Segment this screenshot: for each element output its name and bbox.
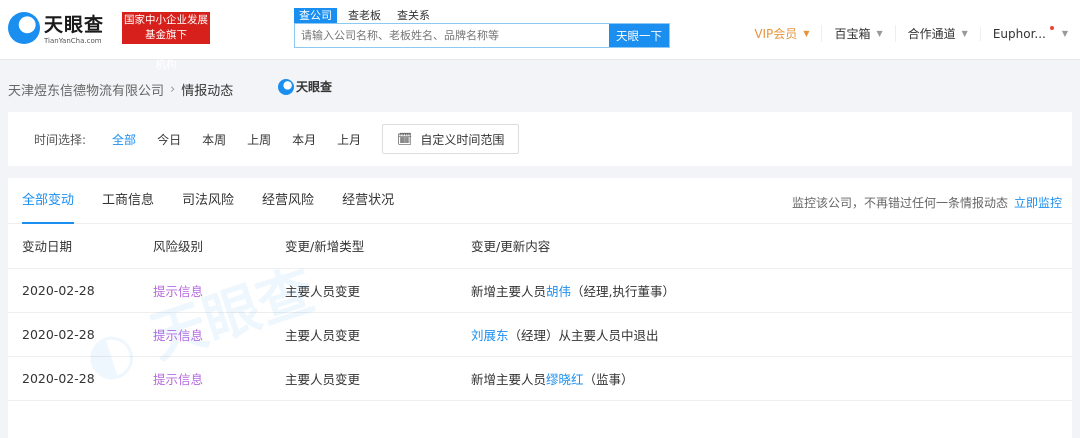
monitor-prompt: 监控该公司，不再错过任何一条情报动态 立即监控 — [792, 194, 1062, 211]
tab-operation-risk[interactable]: 经营风险 — [262, 178, 314, 224]
top-header: 天眼查 TianYanCha.com 国家中小企业发展基金旗下 官方备案企业征信… — [0, 0, 1080, 71]
row-date: 2020-02-28 — [8, 356, 153, 401]
row-risk: 提示信息 — [153, 356, 285, 401]
col-risk: 风险级别 — [153, 224, 285, 269]
nav-vip[interactable]: VIP会员 ▼ — [742, 25, 821, 42]
changes-panel: 全部变动 工商信息 司法风险 经营风险 经营状况 监控该公司，不再错过任何一条情… — [8, 178, 1072, 438]
chevron-right-icon: › — [170, 82, 176, 97]
monitor-text: 监控该公司，不再错过任何一条情报动态 — [791, 196, 1008, 210]
badge-line-1: 国家中小企业发展基金旗下 — [124, 14, 208, 41]
custom-range-label: 自定义时间范围 — [420, 132, 505, 147]
notification-dot-icon — [1049, 25, 1054, 30]
col-date: 变动日期 — [8, 224, 153, 269]
search-tab-company[interactable]: 查公司 — [294, 8, 337, 23]
custom-range-button[interactable]: 🗓 自定义时间范围 — [382, 124, 520, 154]
time-option-today[interactable]: 今日 — [157, 131, 181, 148]
row-type: 主要人员变更 — [285, 268, 471, 313]
table-row: 2020-02-28 提示信息 主要人员变更 新增主要人员缪晓红（监事） — [8, 356, 1072, 401]
row-content: 新增主要人员缪晓红（监事） — [471, 356, 1072, 401]
col-content: 变更/更新内容 — [471, 224, 1072, 269]
breadcrumb-company[interactable]: 天津煜东信德物流有限公司 — [8, 80, 164, 99]
calendar-icon: 🗓 — [397, 132, 413, 146]
caret-down-icon: ▼ — [803, 29, 810, 38]
changes-table: 变动日期 风险级别 变更/新增类型 变更/更新内容 2020-02-28 提示信… — [8, 224, 1072, 401]
nav-toolbox[interactable]: 百宝箱 ▼ — [821, 25, 894, 42]
row-type: 主要人员变更 — [285, 356, 471, 401]
person-link[interactable]: 缪晓红 — [546, 372, 584, 387]
nav-user[interactable]: Euphor... ▼ — [979, 25, 1080, 41]
caret-down-icon: ▼ — [961, 29, 968, 38]
table-row: 2020-02-28 提示信息 主要人员变更 新增主要人员胡伟（经理,执行董事） — [8, 268, 1072, 313]
row-date: 2020-02-28 — [8, 312, 153, 357]
content-suffix: （监事） — [583, 371, 634, 387]
content-prefix: 新增主要人员 — [471, 283, 547, 299]
row-risk: 提示信息 — [153, 268, 285, 313]
row-content: 刘展东（经理）从主要人员中退出 — [471, 312, 1072, 357]
breadcrumb: 天津煜东信德物流有限公司 › 情报动态 — [8, 80, 233, 99]
tab-operation-status[interactable]: 经营状况 — [342, 178, 394, 224]
search-button[interactable]: 天眼一下 — [609, 24, 669, 47]
time-filter: 时间选择: 全部 今日 本周 上周 本月 上月 🗓 自定义时间范围 — [8, 112, 1072, 166]
content-suffix: （经理,执行董事） — [571, 283, 676, 299]
time-option-last-week[interactable]: 上周 — [247, 131, 271, 148]
row-date: 2020-02-28 — [8, 268, 153, 313]
search-tab-boss[interactable]: 查老板 — [343, 8, 386, 23]
user-name: Euphor... — [992, 26, 1046, 41]
logo-icon — [278, 78, 294, 95]
row-content: 新增主要人员胡伟（经理,执行董事） — [471, 268, 1072, 313]
tab-all-changes[interactable]: 全部变动 — [22, 178, 75, 224]
official-badge: 国家中小企业发展基金旗下 官方备案企业征信机构 — [122, 12, 210, 71]
search-box: 天眼一下 — [294, 23, 670, 48]
col-type: 变更/新增类型 — [285, 224, 471, 269]
row-type: 主要人员变更 — [285, 312, 471, 357]
table-row: 2020-02-28 提示信息 主要人员变更 刘展东（经理）从主要人员中退出 — [8, 312, 1072, 357]
tab-legal-risk[interactable]: 司法风险 — [182, 178, 234, 224]
monitor-link[interactable]: 立即监控 — [1014, 196, 1062, 210]
time-option-all[interactable]: 全部 — [112, 131, 136, 148]
time-filter-label: 时间选择: — [34, 132, 87, 147]
row-risk: 提示信息 — [153, 312, 285, 357]
time-option-last-month[interactable]: 上月 — [337, 131, 361, 148]
breadcrumb-current: 情报动态 — [181, 84, 234, 99]
badge-line-2: 官方备案企业征信机构 — [124, 44, 208, 71]
logo-name: 天眼查 — [44, 14, 105, 36]
tab-business-info[interactable]: 工商信息 — [102, 178, 154, 224]
time-option-this-week[interactable]: 本周 — [202, 131, 226, 148]
person-link[interactable]: 胡伟 — [546, 284, 571, 299]
nav-partner[interactable]: 合作通道 ▼ — [894, 25, 980, 42]
mini-logo: 天眼查 — [278, 78, 332, 95]
person-link[interactable]: 刘展东 — [471, 328, 509, 343]
search-tab-relation[interactable]: 查关系 — [392, 8, 435, 23]
nav-toolbox-label: 百宝箱 — [834, 27, 871, 41]
nav-partner-label: 合作通道 — [907, 27, 956, 41]
caret-down-icon: ▼ — [1061, 29, 1068, 38]
logo-icon — [8, 11, 40, 44]
time-option-this-month[interactable]: 本月 — [292, 131, 316, 148]
search-input[interactable] — [295, 24, 609, 47]
nav-vip-label: VIP会员 — [754, 27, 798, 41]
mini-logo-name: 天眼查 — [296, 80, 333, 94]
content-prefix: 新增主要人员 — [471, 371, 547, 387]
caret-down-icon: ▼ — [876, 29, 883, 38]
tianyancha-logo[interactable]: 天眼查 TianYanCha.com — [8, 10, 104, 45]
content-suffix: （经理）从主要人员中退出 — [508, 327, 659, 343]
logo-domain: TianYanCha.com — [44, 37, 102, 45]
